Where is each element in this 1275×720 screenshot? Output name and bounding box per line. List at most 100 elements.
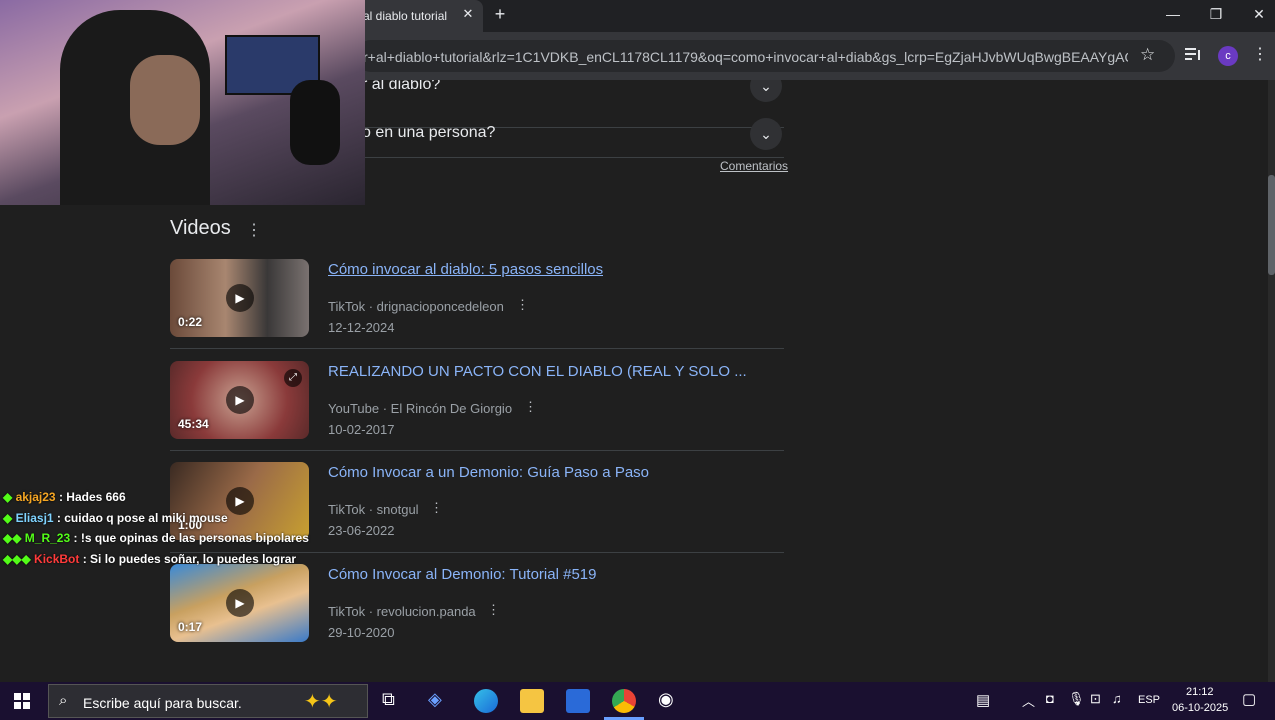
- close-window-icon[interactable]: ✕: [1246, 6, 1272, 23]
- video-date: 10-02-2017: [328, 422, 395, 437]
- chat-message: ◆◆◆ KickBot : Si lo puedes soñar, lo pue…: [3, 552, 296, 566]
- more-options-icon[interactable]: ⋮: [516, 297, 529, 313]
- stream-chat-overlay: ◆ akjaj23 : Hades 666 ◆ Eliasj1 : cuidao…: [0, 488, 340, 572]
- chrome-icon[interactable]: [612, 689, 636, 713]
- video-date: 29-10-2020: [328, 625, 395, 640]
- chat-text: : cuidao q pose al miki mouse: [53, 511, 228, 525]
- video-source: TikTok · revolucion.panda: [328, 604, 476, 619]
- sparkle-icon: ✦✦: [304, 691, 338, 713]
- badge-icon: ◆◆◆: [3, 552, 35, 566]
- expand-icon: ⤢: [284, 369, 302, 387]
- chat-user: Eliasj1: [15, 511, 54, 525]
- chevron-down-icon[interactable]: ⌄: [750, 80, 782, 102]
- video-title-link[interactable]: REALIZANDO UN PACTO CON EL DIABLO (REAL …: [328, 363, 747, 380]
- news-widget-icon[interactable]: ▤: [976, 691, 990, 709]
- notification-icon[interactable]: ▢: [1242, 690, 1256, 708]
- video-channel: revolucion.panda: [376, 604, 476, 619]
- clock-date[interactable]: 06-10-2025: [1172, 702, 1228, 714]
- microphone-icon[interactable]: 🎙︎: [1068, 691, 1085, 707]
- clock-time[interactable]: 21:12: [1186, 686, 1214, 698]
- comentarios-link[interactable]: Comentarios: [720, 159, 788, 173]
- video-duration: 45:34: [178, 417, 209, 431]
- webcam-overlay: [0, 0, 365, 205]
- video-duration: 0:17: [178, 620, 203, 634]
- scrollbar-thumb[interactable]: [1268, 175, 1275, 275]
- chat-text: : !s que opinas de las personas bipolare…: [70, 531, 309, 545]
- task-view-icon[interactable]: ⧉: [382, 689, 406, 713]
- profile-avatar[interactable]: c: [1218, 46, 1238, 66]
- tab-close-icon[interactable]: ✕: [459, 6, 477, 22]
- badge-icon: ◆: [3, 490, 16, 504]
- network-icon[interactable]: ⊡: [1090, 691, 1101, 707]
- edge-icon[interactable]: [474, 689, 498, 713]
- chevron-up-icon[interactable]: ︿: [1022, 691, 1035, 710]
- chat-user: KickBot: [34, 552, 80, 566]
- video-source: YouTube · El Rincón De Giorgio: [328, 401, 513, 416]
- video-title-link[interactable]: Cómo Invocar al Demonio: Tutorial #519: [328, 566, 596, 583]
- chevron-down-icon[interactable]: ⌄: [750, 118, 782, 150]
- video-channel: snotgul: [376, 502, 419, 517]
- video-source: TikTok · snotgul: [328, 502, 419, 517]
- browser-menu-icon[interactable]: ⋮: [1252, 44, 1268, 64]
- faq-question: r al diablo?: [362, 80, 441, 93]
- more-options-icon[interactable]: ⋮: [430, 500, 443, 516]
- badge-icon: ◆◆: [3, 531, 25, 545]
- volume-icon[interactable]: ♫: [1112, 691, 1122, 706]
- chat-message: ◆ Eliasj1 : cuidao q pose al miki mouse: [3, 511, 228, 525]
- camera-icon[interactable]: ◘: [1046, 691, 1054, 706]
- chat-message: ◆ akjaj23 : Hades 666: [3, 490, 126, 504]
- video-title-link[interactable]: Cómo invocar al diablo: 5 pasos sencillo…: [328, 261, 603, 278]
- play-icon: ▶: [226, 589, 254, 617]
- bookmark-star-icon[interactable]: ☆: [1140, 45, 1155, 65]
- chat-user: M_R_23: [24, 531, 71, 545]
- video-date: 12-12-2024: [328, 320, 395, 335]
- chat-user: akjaj23: [15, 490, 56, 504]
- video-result[interactable]: ▶ 0:17 Cómo Invocar al Demonio: Tutorial…: [170, 564, 784, 654]
- media-controls-icon[interactable]: [1185, 47, 1201, 61]
- play-icon: ▶: [226, 386, 254, 414]
- minimize-icon[interactable]: —: [1160, 6, 1186, 22]
- plush-toy: [290, 80, 340, 165]
- windows-taskbar: ⌕ Escribe aquí para buscar. ✦✦ ⧉ ◈ ◉ ▤ ︿…: [0, 682, 1275, 720]
- language-indicator[interactable]: ESP: [1138, 694, 1160, 706]
- search-icon: ⌕: [59, 692, 68, 709]
- more-options-icon[interactable]: ⋮: [487, 602, 500, 618]
- video-thumbnail[interactable]: ▶ ⤢ 45:34: [170, 361, 309, 439]
- video-channel: drignacioponcedeleon: [376, 299, 504, 314]
- store-icon[interactable]: [566, 689, 590, 713]
- file-explorer-icon[interactable]: [520, 689, 544, 713]
- video-duration: 0:22: [178, 315, 203, 329]
- more-options-icon[interactable]: ⋮: [524, 399, 537, 415]
- faq-question: o en una persona?: [362, 124, 496, 141]
- video-thumbnail[interactable]: ▶ 0:17: [170, 564, 309, 642]
- video-channel: El Rincón De Giorgio: [390, 401, 513, 416]
- video-title-link[interactable]: Cómo Invocar a un Demonio: Guía Paso a P…: [328, 464, 649, 481]
- new-tab-icon[interactable]: +: [490, 4, 510, 25]
- chat-message: ◆◆ M_R_23 : !s que opinas de las persona…: [3, 531, 309, 545]
- more-options-icon[interactable]: ⋮: [246, 220, 262, 240]
- address-bar[interactable]: r+al+diablo+tutorial&rlz=1C1VDKB_enCL117…: [355, 40, 1175, 72]
- video-result[interactable]: ▶ 0:22 Cómo invocar al diablo: 5 pasos s…: [170, 259, 784, 349]
- restore-icon[interactable]: ❐: [1203, 6, 1229, 23]
- tab-active[interactable]: al diablo tutorial ✕: [355, 0, 483, 32]
- videos-heading: Videos: [170, 217, 231, 239]
- play-icon: ▶: [226, 284, 254, 312]
- video-platform: TikTok: [328, 604, 366, 619]
- video-platform: TikTok: [328, 299, 366, 314]
- obs-icon[interactable]: ◉: [658, 689, 682, 713]
- divider: [170, 348, 784, 349]
- chat-text: : Si lo puedes soñar, lo puedes lograr: [79, 552, 297, 566]
- divider: [170, 450, 784, 451]
- copilot-icon[interactable]: ◈: [428, 689, 452, 713]
- page-scrollbar[interactable]: [1268, 80, 1275, 682]
- search-placeholder: Escribe aquí para buscar.: [83, 695, 242, 711]
- video-source: TikTok · drignacioponcedeleon: [328, 299, 504, 314]
- video-result[interactable]: ▶ ⤢ 45:34 REALIZANDO UN PACTO CON EL DIA…: [170, 361, 784, 451]
- badge-icon: ◆: [3, 511, 16, 525]
- tab-title: al diablo tutorial: [363, 9, 448, 23]
- chat-text: : Hades 666: [55, 490, 126, 504]
- windows-start-icon[interactable]: [14, 693, 30, 709]
- video-thumbnail[interactable]: ▶ 0:22: [170, 259, 309, 337]
- url-text[interactable]: r+al+diablo+tutorial&rlz=1C1VDKB_enCL117…: [363, 49, 1128, 65]
- taskbar-search-box[interactable]: ⌕ Escribe aquí para buscar. ✦✦: [48, 684, 368, 718]
